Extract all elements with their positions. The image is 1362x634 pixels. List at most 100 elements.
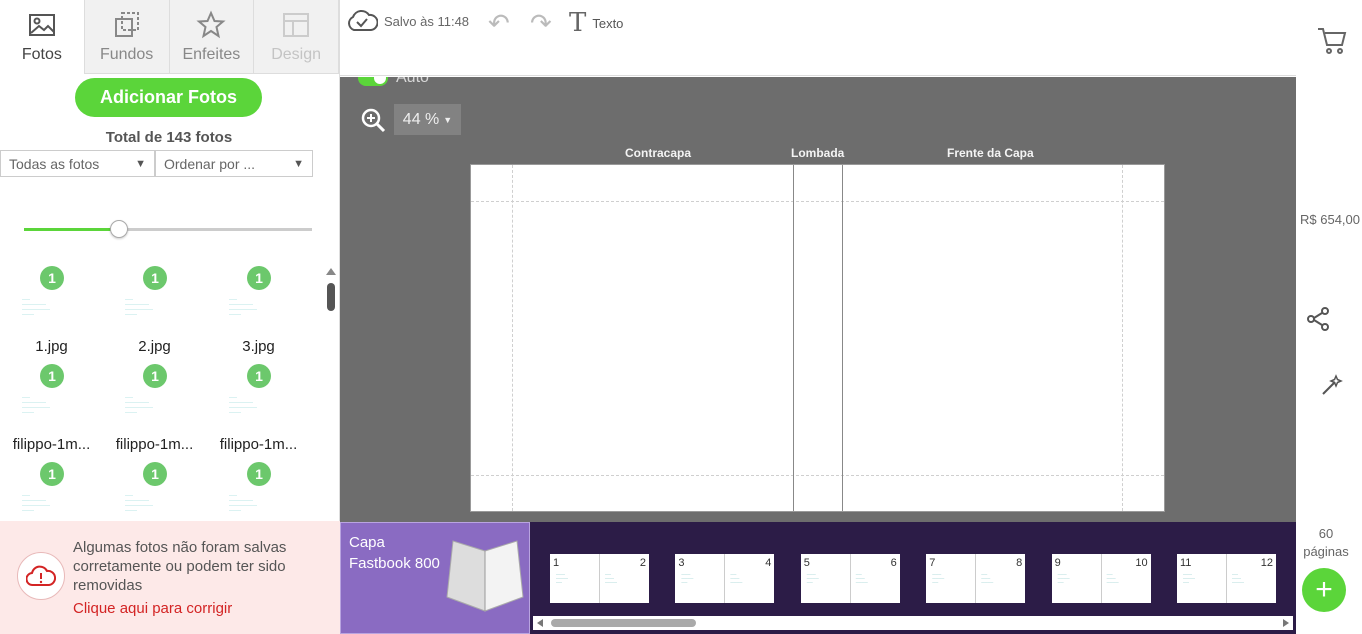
page-count: 60 páginas bbox=[1296, 525, 1356, 561]
star-icon bbox=[196, 10, 226, 39]
page-number-left: 3 bbox=[678, 557, 685, 569]
tab-design[interactable]: Design bbox=[254, 0, 339, 74]
spread-thumbnail[interactable]: 1 2 ——— ———— —— —— ——— ———— bbox=[550, 554, 649, 603]
saved-label: Salvo às 11:48 bbox=[384, 13, 470, 29]
photo-filter-select[interactable]: Todas as fotos ▼ bbox=[0, 150, 155, 177]
auto-toggle[interactable]: Auto bbox=[358, 77, 429, 87]
spread-fold bbox=[849, 554, 851, 603]
filter-bar: Todas as fotos ▼ Ordenar por ... ▼ bbox=[0, 150, 313, 177]
scroll-left-arrow-icon[interactable] bbox=[537, 619, 543, 627]
page-preview: ————————— bbox=[1057, 572, 1070, 584]
photo-filename: 3.jpg bbox=[242, 338, 275, 355]
photo-preview: —— —————— ——————— ——— bbox=[229, 492, 257, 512]
scrollbar-thumb[interactable] bbox=[327, 283, 335, 311]
thumbnail-size-slider[interactable] bbox=[24, 220, 312, 238]
sort-select[interactable]: Ordenar por ... ▼ bbox=[155, 150, 313, 177]
spread-thumbnail[interactable]: 9 10 ——— ———— —— —— ——— ———— bbox=[1051, 554, 1151, 603]
usage-count-badge: 1 bbox=[143, 266, 167, 290]
warning-banner: Algumas fotos não foram salvas corretame… bbox=[0, 521, 340, 634]
slider-handle[interactable] bbox=[110, 220, 129, 238]
photo-preview: —— —————— ——————— ——— bbox=[125, 296, 153, 316]
bleed-guide bbox=[512, 165, 513, 511]
page-preview: ————————— bbox=[556, 572, 568, 584]
spread-fold bbox=[1100, 554, 1102, 603]
photo-thumbnail[interactable]: 1 —— —————— ——————— ——— bbox=[0, 458, 103, 520]
tab-enfeites[interactable]: Enfeites bbox=[169, 0, 255, 74]
photo-filename: 1.jpg bbox=[35, 338, 68, 355]
toggle-switch[interactable] bbox=[358, 77, 388, 86]
add-text-button[interactable]: T Texto bbox=[569, 8, 623, 38]
background-icon bbox=[114, 12, 139, 37]
photo-thumbnail[interactable]: 1 —— —————— ——————— ——— filippo-1m... bbox=[103, 360, 206, 458]
redo-icon[interactable]: ↷ bbox=[530, 8, 552, 39]
photo-filename: filippo-1m... bbox=[12, 436, 91, 453]
spread-thumbnail[interactable]: 3 4 ——— ———— —— —— ——— ———— bbox=[675, 554, 775, 603]
cloud-check-icon bbox=[348, 10, 378, 31]
page-number-right: 12 bbox=[1260, 557, 1273, 569]
page-strip: Capa Fastbook 800 1 2 ——— ———— —— —— ——— ———— 3 4… bbox=[340, 522, 1296, 634]
scrollbar-thumb[interactable] bbox=[551, 619, 696, 627]
spread-fold bbox=[599, 554, 600, 603]
magic-wand-icon[interactable] bbox=[1321, 374, 1343, 396]
photo-thumbnail[interactable]: 1 —— —————— ——————— ——— 1.jpg bbox=[0, 262, 103, 360]
save-status: Salvo às 11:48 bbox=[346, 9, 469, 33]
spread-thumbnail[interactable]: 7 8 ——— ———— —— —— ——— ———— bbox=[926, 554, 1026, 603]
share-icon[interactable] bbox=[1306, 307, 1330, 331]
cover-title-line2: Fastbook 800 bbox=[349, 555, 440, 572]
page-number-right: 8 bbox=[1016, 557, 1023, 569]
spread-fold bbox=[975, 554, 977, 603]
zoom-value: 44 % bbox=[402, 110, 440, 128]
cover-thumbnail[interactable]: Capa Fastbook 800 bbox=[340, 522, 530, 634]
tab-label: Fundos bbox=[99, 46, 154, 63]
spread-thumbnail[interactable]: 5 6 ——— ———— —— —— ——— ———— bbox=[800, 554, 900, 603]
page-preview: ————————— bbox=[1106, 572, 1119, 584]
fix-photos-link[interactable]: Clique aqui para corrigir bbox=[73, 600, 232, 617]
page-count-label: páginas bbox=[1303, 544, 1349, 559]
photo-thumbnail[interactable]: 1 —— —————— ——————— ——— 3.jpg bbox=[207, 262, 310, 360]
zoom-in-icon[interactable] bbox=[360, 107, 386, 133]
caret-down-icon: ▼ bbox=[443, 114, 453, 125]
tab-fundos[interactable]: Fundos bbox=[84, 0, 170, 74]
text-icon: T bbox=[569, 8, 587, 38]
add-pages-button[interactable]: + bbox=[1302, 568, 1346, 612]
photo-thumbnail[interactable]: 1 —— —————— ——————— ——— 2.jpg bbox=[103, 262, 206, 360]
add-photos-button[interactable]: Adicionar Fotos bbox=[75, 78, 262, 117]
photo-preview: —— —————— ——————— ——— bbox=[22, 296, 50, 316]
filter-value: Todas as fotos bbox=[9, 155, 100, 172]
photo-thumbnail[interactable]: 1 —— —————— ——————— ——— bbox=[207, 458, 310, 520]
photo-thumbnail[interactable]: 1 —— —————— ——————— ——— filippo-1m... bbox=[0, 360, 103, 458]
cover-spread[interactable] bbox=[470, 164, 1165, 512]
warning-message: Algumas fotos não foram salvas corretame… bbox=[73, 539, 287, 594]
photo-preview: —— —————— ——————— ——— bbox=[22, 492, 50, 512]
app-root: Fotos Fundos Enfeites Design Adicionar F… bbox=[0, 0, 1362, 634]
photo-preview: —— —————— ——————— ——— bbox=[22, 394, 50, 414]
photo-filename: filippo-1m... bbox=[115, 436, 194, 453]
photo-grid-scrollbar[interactable] bbox=[326, 268, 336, 518]
photo-thumbnail[interactable]: 1 —— —————— ——————— ——— bbox=[103, 458, 206, 520]
undo-icon[interactable]: ↶ bbox=[488, 8, 510, 39]
page-preview: ————————— bbox=[730, 572, 743, 584]
spread-fold bbox=[724, 554, 726, 603]
front-cover-label: Frente da Capa bbox=[947, 146, 1034, 160]
photo-thumbnail[interactable]: 1 —— —————— ——————— ——— filippo-1m... bbox=[207, 360, 310, 458]
cart-icon[interactable] bbox=[1316, 24, 1348, 56]
usage-count-badge: 1 bbox=[247, 266, 271, 290]
spread-thumbnail[interactable]: 11 12 ——— ———— —— —— ——— ———— bbox=[1177, 554, 1276, 603]
page-preview: ————————— bbox=[806, 572, 819, 584]
page-count-number: 60 bbox=[1318, 526, 1334, 541]
usage-count-badge: 1 bbox=[143, 462, 167, 486]
spine-line bbox=[793, 165, 794, 511]
left-panel: Fotos Fundos Enfeites Design Adicionar F… bbox=[0, 0, 340, 634]
zoom-select[interactable]: 44 % ▼ bbox=[394, 104, 461, 135]
spine-line bbox=[842, 165, 843, 511]
chevron-down-icon: ▼ bbox=[135, 157, 146, 170]
page-preview: ————————— bbox=[981, 572, 994, 584]
usage-count-badge: 1 bbox=[40, 462, 64, 486]
scroll-up-arrow-icon[interactable] bbox=[326, 268, 336, 275]
scroll-right-arrow-icon[interactable] bbox=[1283, 619, 1289, 627]
tab-fotos[interactable]: Fotos bbox=[0, 0, 85, 74]
open-book-icon bbox=[446, 540, 524, 612]
strip-scrollbar[interactable] bbox=[533, 616, 1293, 630]
photo-preview: —— —————— ——————— ——— bbox=[125, 394, 153, 414]
page-preview: ————————— bbox=[855, 572, 868, 584]
